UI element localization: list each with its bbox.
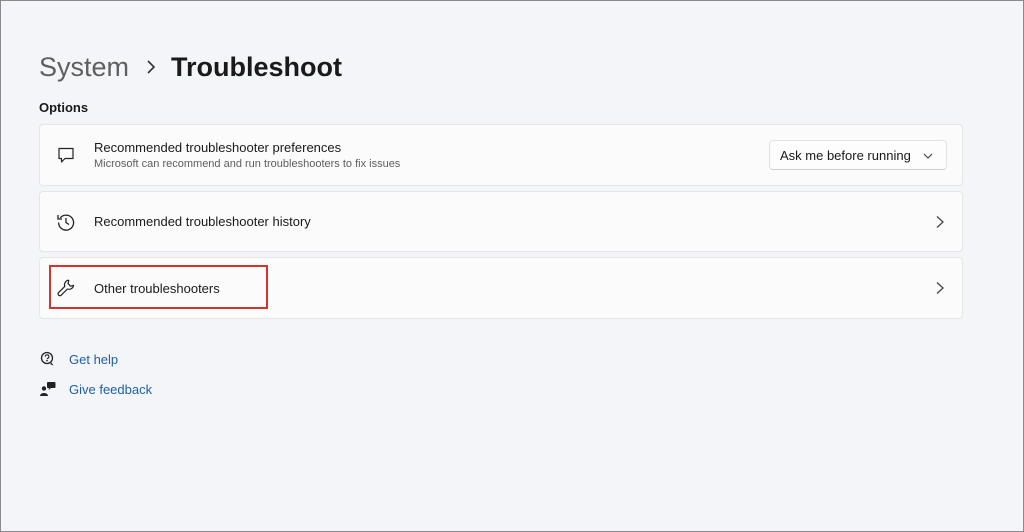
history-icon [55,211,77,233]
run-preference-dropdown[interactable]: Ask me before running [769,140,947,170]
other-troubleshooters-title: Other troubleshooters [94,280,220,296]
chevron-right-icon [936,215,944,228]
help-icon [39,350,57,368]
breadcrumb-system[interactable]: System [39,52,129,83]
other-troubleshooters-card[interactable]: Other troubleshooters [39,257,963,319]
settings-window: System Troubleshoot Options Recommended … [0,0,1024,532]
other-troubleshooters-text: Other troubleshooters [94,280,220,297]
history-title: Recommended troubleshooter history [94,214,311,229]
preferences-text: Recommended troubleshooter preferences M… [94,139,400,172]
preferences-card: Recommended troubleshooter preferences M… [39,124,963,186]
page-title: Troubleshoot [171,51,343,82]
chat-bubble-icon [55,144,77,166]
get-help-label: Get help [69,351,119,367]
feedback-icon [39,380,57,398]
wrench-icon [55,277,77,299]
chevron-right-icon [137,49,165,85]
history-card[interactable]: Recommended troubleshooter history [39,191,963,252]
dropdown-value: Ask me before running [780,147,911,163]
get-help-link[interactable]: Get help [39,350,118,368]
options-heading: Options [39,100,89,115]
preferences-description: Microsoft can recommend and run troubles… [94,157,401,170]
chevron-right-icon [936,282,944,294]
history-text: Recommended troubleshooter history [94,213,311,230]
give-feedback-label: Give feedback [69,381,153,397]
breadcrumb: System Troubleshoot [39,49,342,85]
chevron-down-icon [923,153,933,159]
give-feedback-link[interactable]: Give feedback [39,380,152,398]
preferences-title: Recommended troubleshooter preferences [94,139,342,155]
